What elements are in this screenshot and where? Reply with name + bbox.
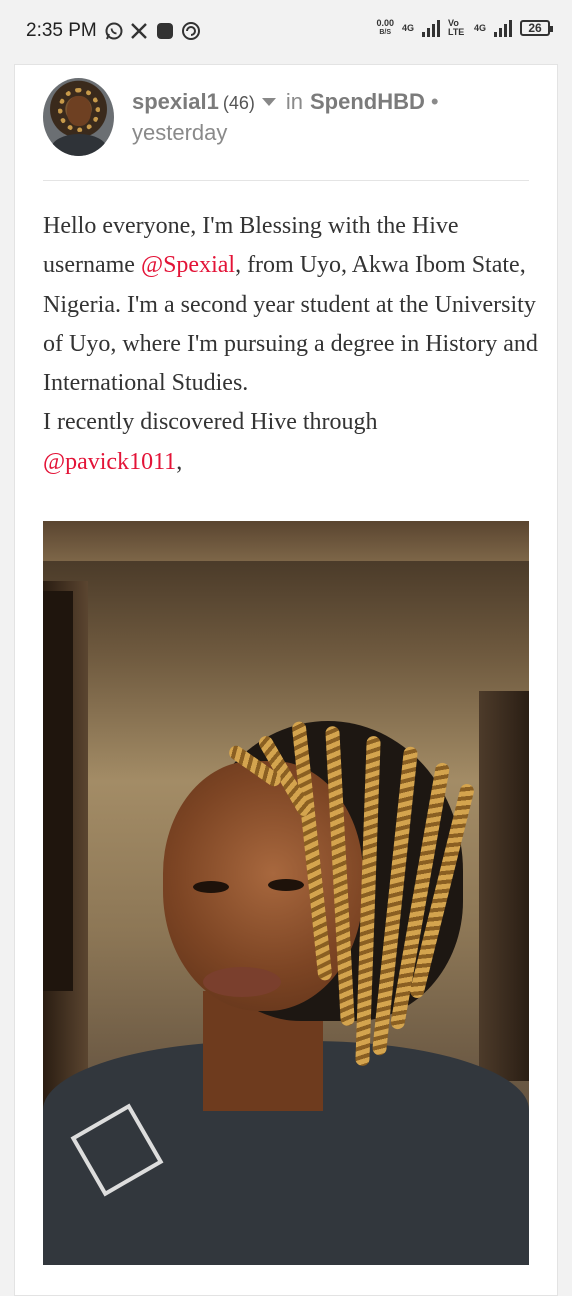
battery-icon: 26 xyxy=(520,20,553,36)
status-indicators: 0.00 B/S 4G Vo LTE 4G 26 xyxy=(376,18,553,38)
signal-icon xyxy=(421,19,440,37)
sim1-label: 4G xyxy=(401,23,414,33)
sim2-label: 4G xyxy=(473,23,486,33)
body-text-p2a: I recently discovered Hive through xyxy=(43,409,378,436)
battery-level: 26 xyxy=(528,21,542,35)
post-body: Hello everyone, I'm Blessing with the Hi… xyxy=(43,207,543,482)
in-label: in xyxy=(285,89,303,114)
body-text-p2b: , xyxy=(176,448,183,475)
app-icon xyxy=(156,20,174,42)
status-time: 2:35 PM xyxy=(26,20,97,41)
author-reputation: (46) xyxy=(222,93,255,113)
network-speed-unit: B/S xyxy=(379,29,392,36)
post-meta: spexial1 (46) in SpendHBD • xyxy=(132,89,439,115)
sync-icon xyxy=(181,20,201,42)
network-speed-value: 0.00 xyxy=(376,18,394,28)
signal-icon-2 xyxy=(494,19,512,37)
avatar[interactable] xyxy=(43,78,114,156)
separator-dot: • xyxy=(430,89,439,114)
status-bar: 2:35 PM 0.00 B/S 4G Vo LTE 4G 26 xyxy=(0,0,572,64)
post-image[interactable] xyxy=(43,521,529,1265)
chevron-down-icon[interactable] xyxy=(261,98,276,106)
network-speed: 0.00 B/S xyxy=(376,18,394,38)
community-link[interactable]: SpendHBD xyxy=(310,89,425,115)
x-icon xyxy=(130,20,148,42)
divider xyxy=(43,180,529,181)
mention-link-pavick1011[interactable]: @pavick1011 xyxy=(43,449,176,475)
volte-label: Vo LTE xyxy=(447,18,465,37)
post-timestamp[interactable]: yesterday xyxy=(132,120,227,146)
mention-link-spexial[interactable]: @Spexial xyxy=(141,252,235,278)
whatsapp-icon xyxy=(104,20,124,42)
author-name[interactable]: spexial1 xyxy=(132,89,219,115)
post-card: spexial1 (46) in SpendHBD • yesterday He… xyxy=(14,64,558,1296)
